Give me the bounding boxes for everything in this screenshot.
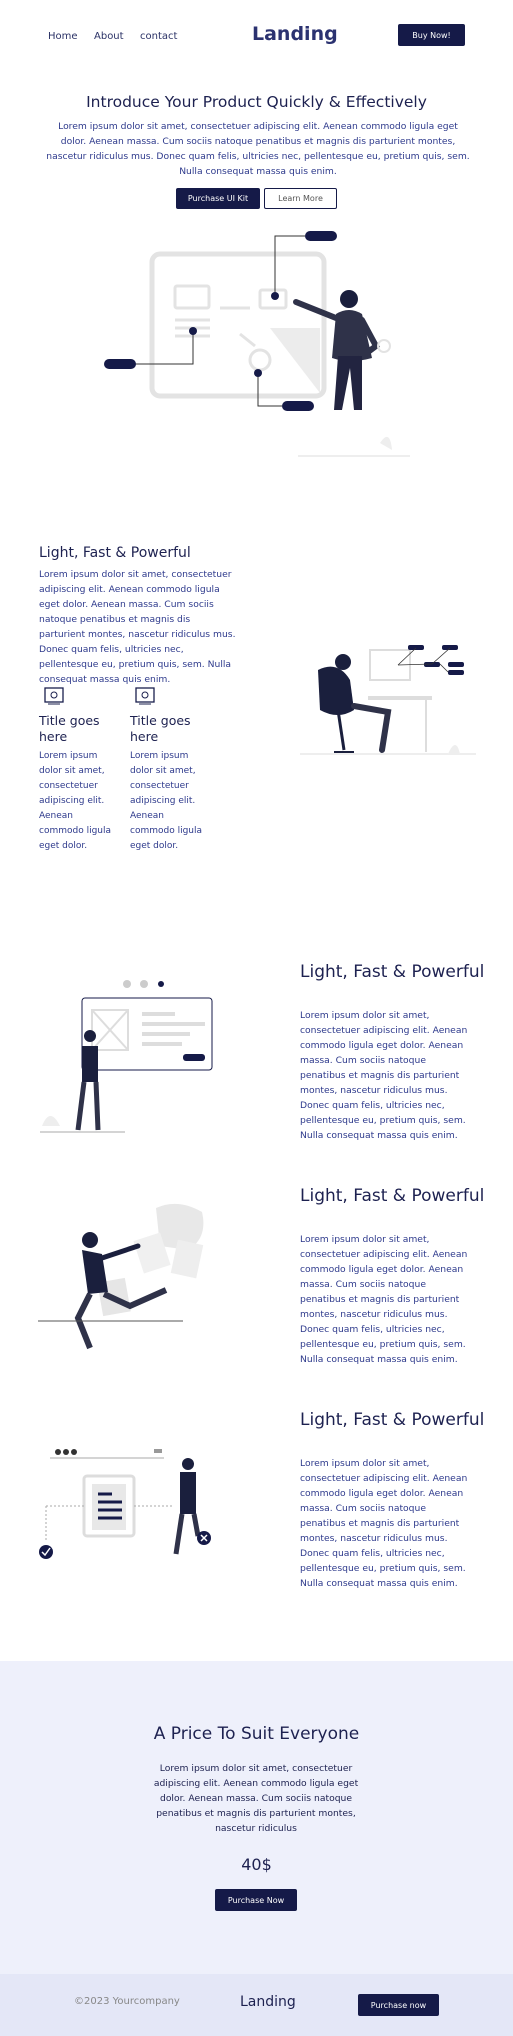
image-frame-icon <box>135 687 155 705</box>
section-1-title: Light, Fast & Powerful <box>300 962 485 982</box>
presentation-illustration <box>40 980 213 1133</box>
pricing-title: A Price To Suit Everyone <box>153 1724 360 1744</box>
pricing-text: Lorem ipsum dolor sit amet, consectetuer… <box>153 1763 359 1834</box>
feature-2-title: Title goes here <box>130 713 191 744</box>
learn-more-button[interactable]: Learn More <box>264 188 337 209</box>
hero-text: Lorem ipsum dolor sit amet, consectetuer… <box>46 121 470 177</box>
checklist-illustration <box>39 1449 211 1559</box>
section-1-text: Lorem ipsum dolor sit amet, consectetuer… <box>300 1010 468 1141</box>
feature-2-text: Lorem ipsum dolor sit amet, consectetuer… <box>130 751 203 851</box>
purchase-ui-kit-button[interactable]: Purchase UI Kit <box>176 188 260 209</box>
feature-1-title: Title goes here <box>39 713 100 744</box>
hero-illustration <box>104 231 410 457</box>
footer-purchase-button[interactable]: Purchase now <box>358 1994 439 2016</box>
purchase-now-button[interactable]: Purchase Now <box>215 1889 297 1911</box>
section-3-text: Lorem ipsum dolor sit amet, consectetuer… <box>300 1458 468 1589</box>
hero-title: Introduce Your Product Quickly & Effecti… <box>86 93 427 111</box>
nav-link-about[interactable]: About <box>94 31 124 42</box>
image-frame-icon <box>44 687 64 705</box>
section-3-title: Light, Fast & Powerful <box>300 1410 485 1430</box>
documents-illustration <box>38 1203 204 1350</box>
top-nav: Home About contact Landing Buy Now! <box>0 0 513 72</box>
desk-illustration <box>300 645 476 755</box>
features-title: Light, Fast & Powerful <box>39 545 191 561</box>
nav-link-home[interactable]: Home <box>48 31 78 42</box>
footer-brand[interactable]: Landing <box>240 1994 296 2010</box>
brand-logo[interactable]: Landing <box>252 23 338 45</box>
pricing-price: 40$ <box>241 1855 272 1874</box>
feature-1-text: Lorem ipsum dolor sit amet, consectetuer… <box>39 751 112 851</box>
nav-link-contact[interactable]: contact <box>140 31 177 42</box>
buy-now-button[interactable]: Buy Now! <box>398 24 465 46</box>
section-2-title: Light, Fast & Powerful <box>300 1186 485 1206</box>
features-text: Lorem ipsum dolor sit amet, consectetuer… <box>39 569 236 685</box>
section-2-text: Lorem ipsum dolor sit amet, consectetuer… <box>300 1234 468 1365</box>
footer-copyright: ©2023 Yourcompany <box>74 1996 180 2007</box>
